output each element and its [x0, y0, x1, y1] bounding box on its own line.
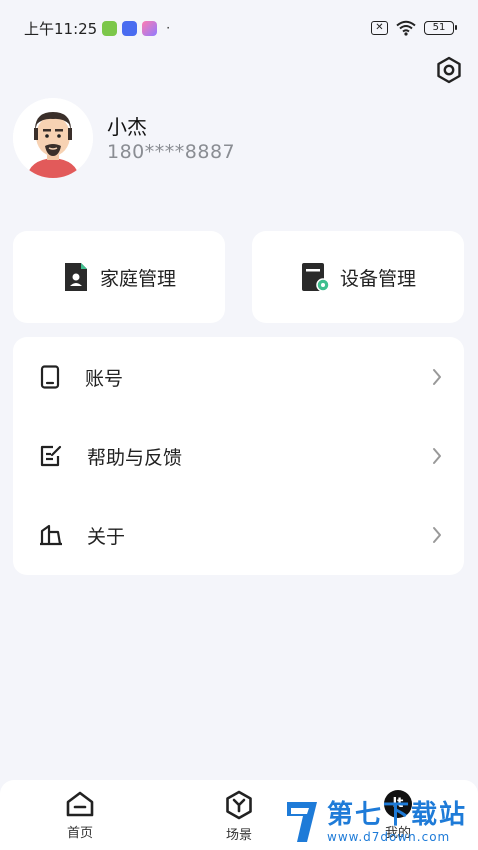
- wifi-icon: [396, 20, 416, 36]
- tab-home-label: 首页: [66, 826, 93, 841]
- settings-menu: 账号 帮助与反馈 关于: [13, 337, 464, 575]
- tab-scene[interactable]: 场景: [209, 790, 269, 843]
- download-notification-icon: [102, 20, 118, 36]
- device-management-label: 设备管理: [339, 267, 416, 290]
- chevron-right-icon: [433, 527, 441, 543]
- menu-item-label: 帮助与反馈: [87, 446, 183, 469]
- status-bar: 上午11:25 · ✕ 51: [0, 0, 478, 56]
- status-left: 上午11:25 ·: [24, 18, 170, 39]
- avatar[interactable]: [13, 98, 93, 178]
- gallery-notification-icon: [142, 20, 158, 36]
- phone-icon: [40, 365, 60, 389]
- chevron-right-icon: [433, 448, 441, 464]
- avatar-cartoon-man-icon: [13, 98, 93, 178]
- family-management-label: 家庭管理: [99, 267, 176, 290]
- home-icon: [66, 791, 94, 817]
- device-management-card[interactable]: 设备管理: [252, 231, 464, 323]
- tab-scene-label: 场景: [225, 828, 252, 843]
- settings-hex-icon: [437, 56, 461, 84]
- device-box-icon: [301, 263, 330, 292]
- menu-item-help-feedback[interactable]: 帮助与反馈: [13, 426, 464, 486]
- building-icon: [40, 524, 62, 546]
- scene-icon: [226, 790, 252, 820]
- chevron-right-icon: [433, 369, 441, 385]
- menu-item-about[interactable]: 关于: [13, 505, 464, 565]
- settings-button[interactable]: [434, 55, 464, 85]
- watermark-logo-icon: [287, 802, 317, 842]
- user-phone: 180****8887: [107, 141, 236, 163]
- no-sim-icon: ✕: [371, 21, 388, 35]
- family-document-icon: [64, 263, 87, 291]
- status-right: ✕ 51: [371, 20, 457, 36]
- user-name: 小杰: [107, 115, 147, 139]
- battery-icon: 51: [424, 21, 457, 35]
- watermark-url: www.d7down.com: [327, 830, 451, 844]
- more-notifications-dot: ·: [166, 21, 171, 35]
- menu-item-account[interactable]: 账号: [13, 347, 464, 407]
- family-management-card[interactable]: 家庭管理: [13, 231, 225, 323]
- status-time: 上午11:25: [24, 19, 98, 38]
- watermark-title: 第七下载站: [327, 800, 468, 830]
- edit-note-icon: [40, 445, 62, 467]
- menu-item-label: 账号: [85, 367, 124, 390]
- tab-home[interactable]: 首页: [50, 790, 110, 841]
- app-notification-icon: [122, 20, 138, 36]
- watermark: 第七下载站 www.d7down.com: [283, 800, 467, 844]
- menu-item-label: 关于: [87, 525, 126, 548]
